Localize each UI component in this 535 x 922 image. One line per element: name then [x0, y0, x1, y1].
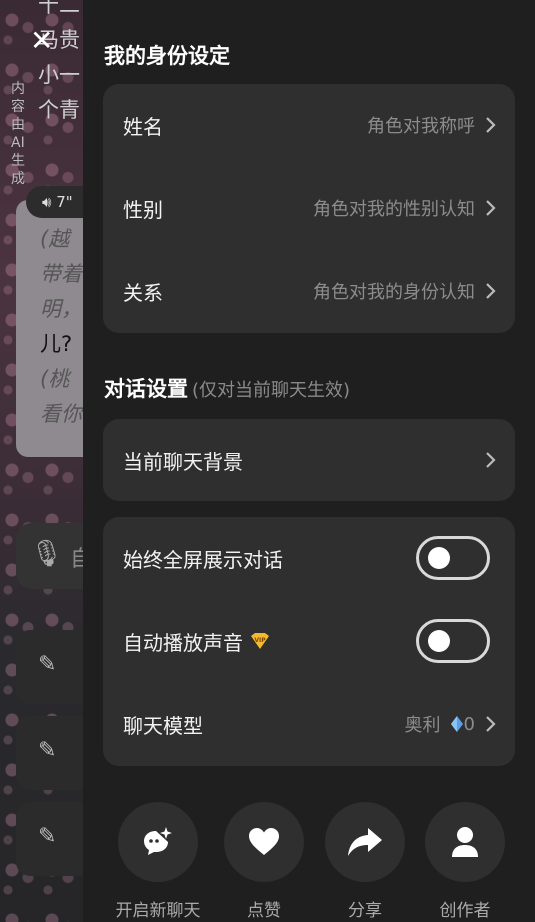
person-icon — [452, 827, 478, 857]
creator-button[interactable]: 创作者 — [415, 800, 515, 921]
ai-generated-notice: 内容由AI生成 — [11, 81, 25, 187]
chat-background-row[interactable]: 当前聊天背景 — [103, 430, 515, 490]
relationship-hint: 角色对我的身份认知 — [313, 282, 475, 303]
gender-label: 性别 — [123, 197, 163, 222]
dialog-subtitle: (仅对当前聊天生效) — [192, 380, 351, 401]
new-chat-button[interactable]: 开启新聊天 — [108, 800, 208, 921]
autoplay-toggle[interactable] — [416, 619, 490, 663]
identity-section-title: 我的身份设定 — [104, 44, 230, 68]
name-row[interactable]: 姓名 角色对我称呼 — [103, 95, 515, 155]
suggestion-row[interactable]: ✎ — [16, 630, 90, 704]
like-icon-wrap — [224, 802, 304, 882]
chat-model-value: 奥利 — [404, 715, 441, 736]
edit-icon: ✎ — [38, 824, 57, 849]
vip-badge-icon: VIP — [251, 633, 269, 649]
chevron-right-icon — [486, 117, 496, 133]
name-label: 姓名 — [123, 114, 163, 139]
bottom-actions: 开启新聊天 点赞 分享 创作者 — [83, 800, 535, 922]
chevron-right-icon — [486, 283, 496, 299]
chevron-right-icon — [486, 200, 496, 216]
like-button[interactable]: 点赞 — [214, 800, 314, 921]
toggle-knob — [428, 547, 450, 569]
background-text: 十二 马贵 小一 个青 — [38, 0, 80, 122]
fullscreen-toggle[interactable] — [416, 536, 490, 580]
relationship-row[interactable]: 关系 角色对我的身份认知 — [103, 261, 515, 321]
autoplay-row: 自动播放声音 VIP — [103, 611, 515, 671]
settings-panel: 我的身份设定 姓名 角色对我称呼 性别 角色对我的性别认知 关系 角色对我的身份… — [83, 0, 535, 922]
like-label: 点赞 — [247, 901, 281, 921]
chevron-right-icon — [486, 716, 496, 732]
identity-card: 姓名 角色对我称呼 性别 角色对我的性别认知 关系 角色对我的身份认知 — [103, 84, 515, 333]
message-text: (越 带着 明， 儿? (桃 看你 — [40, 227, 82, 426]
gem-icon — [450, 716, 463, 732]
autoplay-label: 自动播放声音 — [123, 630, 243, 655]
fullscreen-label: 始终全屏展示对话 — [123, 547, 283, 572]
autoplay-label-wrap: 自动播放声音 VIP — [123, 627, 271, 656]
background-chat: 十二 马贵 小一 个青 ✕ 内容由AI生成 🔊︎ 7" (越 带着 明， 儿? … — [0, 0, 90, 922]
close-icon[interactable]: ✕ — [30, 24, 53, 57]
chat-model-label: 聊天模型 — [123, 713, 203, 738]
suggestion-row[interactable]: ✎ — [16, 716, 90, 790]
speaker-icon: 🔊︎ — [42, 193, 52, 211]
suggestion-row[interactable]: ✎ — [16, 802, 90, 876]
gender-hint: 角色对我的性别认知 — [313, 199, 475, 220]
voice-input-bar[interactable]: 🎙︎ 自 — [16, 523, 90, 589]
microphone-icon: 🎙︎ — [30, 539, 64, 569]
name-hint: 角色对我称呼 — [367, 116, 475, 137]
fullscreen-row: 始终全屏展示对话 — [103, 528, 515, 588]
dialog-section-title: 对话设置 (仅对当前聊天生效) — [104, 373, 350, 403]
gender-row[interactable]: 性别 角色对我的性别认知 — [103, 178, 515, 238]
chevron-right-icon — [486, 452, 496, 468]
chat-background-card[interactable]: 当前聊天背景 — [103, 419, 515, 501]
share-icon-wrap — [325, 802, 405, 882]
creator-label: 创作者 — [439, 901, 491, 921]
creator-icon-wrap — [425, 802, 505, 882]
toggle-knob — [428, 630, 450, 652]
edit-icon: ✎ — [38, 652, 57, 677]
new-chat-icon — [144, 827, 172, 855]
dialog-options-card: 始终全屏展示对话 自动播放声音 VIP 聊天模型 奥利 0 — [103, 517, 515, 766]
chat-background-label: 当前聊天背景 — [123, 449, 243, 474]
svg-text:VIP: VIP — [254, 637, 266, 644]
voice-message[interactable]: 🔊︎ 7" — [26, 186, 90, 218]
dialog-title: 对话设置 — [104, 377, 188, 401]
chat-model-cost: 0 — [463, 713, 475, 735]
heart-icon — [249, 828, 279, 855]
share-label: 分享 — [348, 901, 382, 921]
new-chat-icon-wrap — [118, 802, 198, 882]
edit-icon: ✎ — [38, 738, 57, 763]
chat-model-row[interactable]: 聊天模型 奥利 0 — [103, 694, 515, 754]
share-button[interactable]: 分享 — [315, 800, 415, 921]
relationship-label: 关系 — [123, 280, 163, 305]
new-chat-label: 开启新聊天 — [115, 901, 201, 921]
share-icon — [348, 828, 382, 856]
